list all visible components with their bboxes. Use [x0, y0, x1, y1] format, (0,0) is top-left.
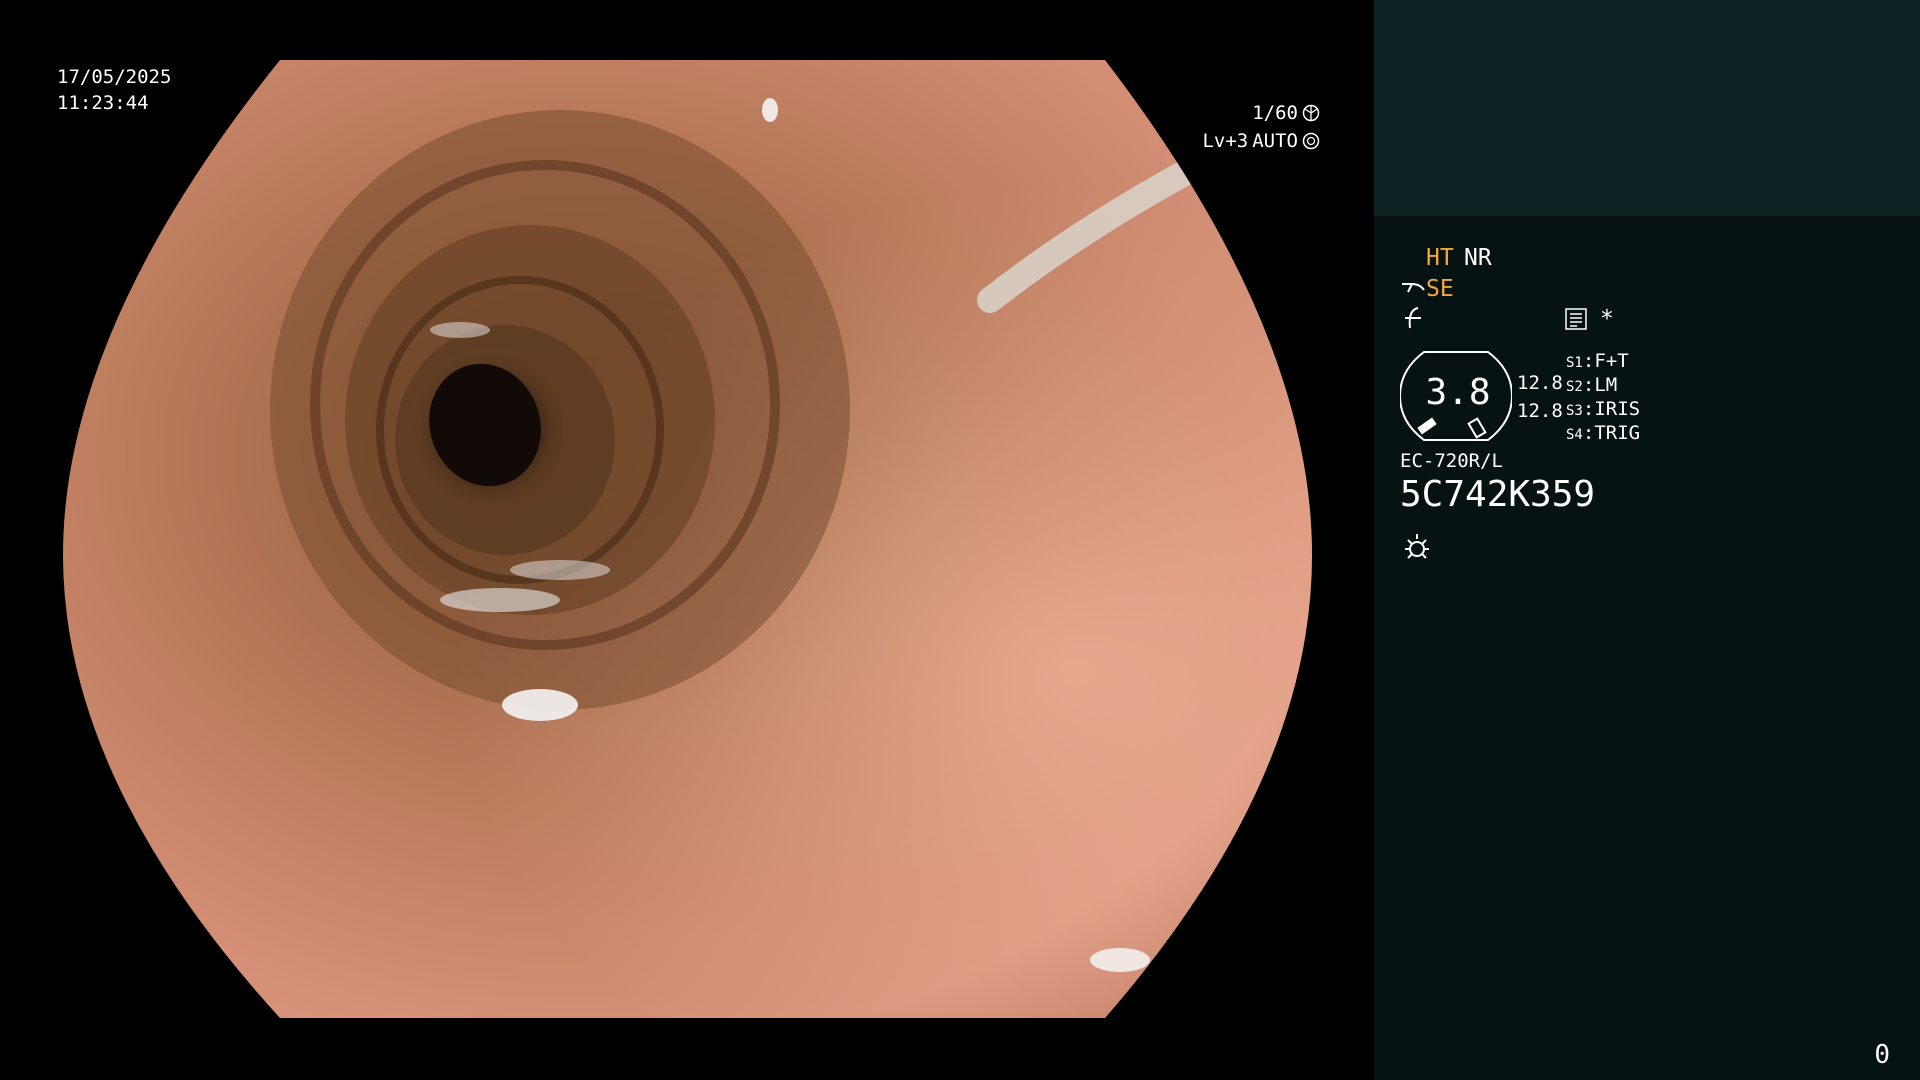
panel-header [1374, 0, 1920, 216]
switch-value: LM [1594, 374, 1618, 396]
shutter-speed: 1/60 [1252, 102, 1298, 124]
switch-4: S4:TRIG [1566, 422, 1641, 444]
structure-mode: SE [1426, 276, 1454, 302]
date: 17/05/2025 [57, 66, 172, 88]
switch-key: S3 [1566, 403, 1583, 419]
scope-tip-icon [1402, 283, 1425, 293]
light-icon [1405, 534, 1429, 559]
switch-value: F+T [1594, 350, 1629, 372]
endoscope-view: 17/05/2025 11:23:44 1/60 Lv+3 AUTO [0, 0, 1374, 1080]
status-panel [1374, 0, 1920, 1080]
endoscopy-image [63, 60, 1312, 1018]
menu-icon [1565, 308, 1587, 330]
scope-model: EC-720R/L [1400, 450, 1503, 472]
enhance-mode: HT [1426, 245, 1454, 271]
star-mark: * [1600, 306, 1614, 332]
timestamp: 17/05/2025 11:23:44 [57, 64, 171, 116]
switch-1: S1:F+T [1566, 350, 1629, 372]
gauge-value: 3.8 [1425, 372, 1491, 413]
switch-key: S2 [1566, 379, 1583, 395]
iris-icon [1302, 132, 1320, 150]
exposure-info: 1/60 Lv+3 AUTO [1202, 99, 1320, 155]
shutter-icon [1302, 104, 1320, 122]
switch-key: S1 [1566, 355, 1583, 371]
switch-value: TRIG [1594, 422, 1641, 444]
frame-counter: 0 [1874, 1040, 1890, 1070]
structure-icon [1405, 307, 1421, 329]
iris-mode: AUTO [1252, 130, 1298, 152]
gauge-side-1: 12.8 [1517, 372, 1563, 394]
switch-key: S4 [1566, 427, 1583, 443]
iris-level: Lv+3 [1202, 130, 1249, 152]
time: 11:23:44 [57, 92, 149, 114]
switch-3: S3:IRIS [1566, 398, 1641, 420]
noise-reduction: NR [1464, 245, 1492, 271]
scope-serial: 5C742K359 [1400, 474, 1596, 515]
switch-value: IRIS [1594, 398, 1641, 420]
switch-2: S2:LM [1566, 374, 1618, 396]
gauge-side-2: 12.8 [1517, 400, 1563, 422]
